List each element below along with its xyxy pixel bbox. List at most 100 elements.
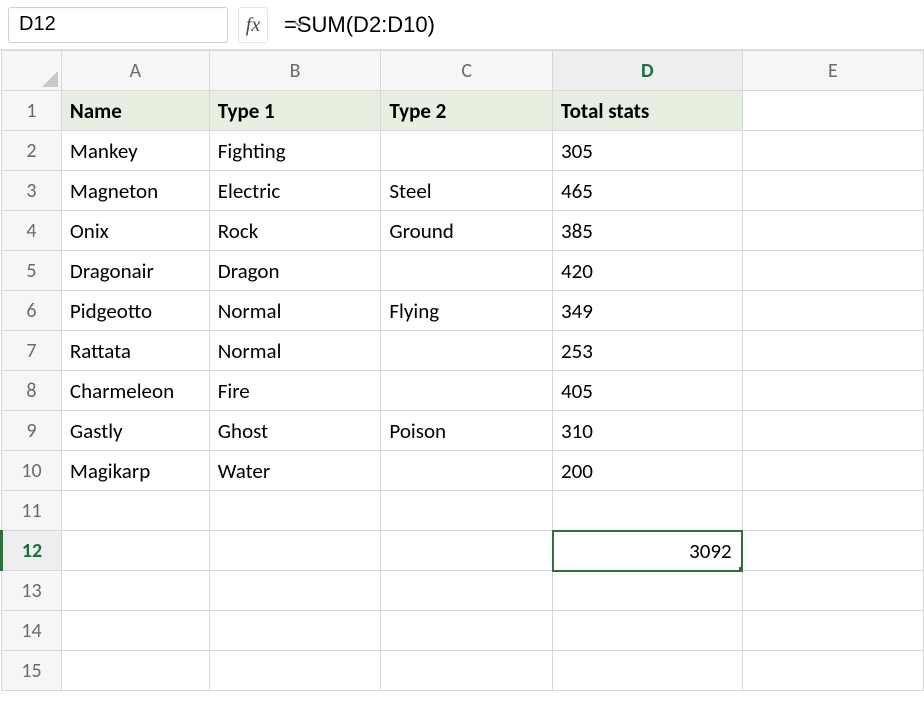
row-header-14[interactable]: 14: [2, 611, 62, 651]
cell-A5[interactable]: Dragonair: [61, 251, 209, 291]
cell-C1[interactable]: Type 2: [381, 91, 553, 131]
row-header-9[interactable]: 9: [2, 411, 62, 451]
cell-A12[interactable]: [61, 531, 209, 571]
cell-D7[interactable]: 253: [553, 331, 743, 371]
cell-C2[interactable]: [381, 131, 553, 171]
name-box-dropdown-icon[interactable]: [294, 21, 310, 28]
cell-B7[interactable]: Normal: [209, 331, 381, 371]
cell-E3[interactable]: [742, 171, 923, 211]
cell-A6[interactable]: Pidgeotto: [61, 291, 209, 331]
row-header-8[interactable]: 8: [2, 371, 62, 411]
name-box[interactable]: [9, 13, 294, 36]
cell-E6[interactable]: [742, 291, 923, 331]
cell-D5[interactable]: 420: [553, 251, 743, 291]
row-header-5[interactable]: 5: [2, 251, 62, 291]
cell-B4[interactable]: Rock: [209, 211, 381, 251]
cell-D2[interactable]: 305: [553, 131, 743, 171]
cell-A1[interactable]: Name: [61, 91, 209, 131]
cell-B6[interactable]: Normal: [209, 291, 381, 331]
cell-B12[interactable]: [209, 531, 381, 571]
col-header-B[interactable]: B: [209, 51, 381, 91]
cell-C3[interactable]: Steel: [381, 171, 553, 211]
cell-A4[interactable]: Onix: [61, 211, 209, 251]
select-all-corner[interactable]: [2, 51, 62, 91]
cell-A14[interactable]: [61, 611, 209, 651]
cell-D8[interactable]: 405: [553, 371, 743, 411]
cell-C14[interactable]: [381, 611, 553, 651]
row-header-1[interactable]: 1: [2, 91, 62, 131]
cell-C10[interactable]: [381, 451, 553, 491]
cell-D3[interactable]: 465: [553, 171, 743, 211]
cell-B13[interactable]: [209, 571, 381, 611]
cell-D6[interactable]: 349: [553, 291, 743, 331]
cell-B3[interactable]: Electric: [209, 171, 381, 211]
col-header-D[interactable]: D: [553, 51, 743, 91]
cell-C5[interactable]: [381, 251, 553, 291]
cell-D14[interactable]: [553, 611, 743, 651]
row-header-15[interactable]: 15: [2, 651, 62, 691]
cell-A8[interactable]: Charmeleon: [61, 371, 209, 411]
row-header-10[interactable]: 10: [2, 451, 62, 491]
row-header-7[interactable]: 7: [2, 331, 62, 371]
cell-D13[interactable]: [553, 571, 743, 611]
cell-A10[interactable]: Magikarp: [61, 451, 209, 491]
cell-C15[interactable]: [381, 651, 553, 691]
cell-A3[interactable]: Magneton: [61, 171, 209, 211]
cell-C6[interactable]: Flying: [381, 291, 553, 331]
cell-B14[interactable]: [209, 611, 381, 651]
cell-E13[interactable]: [742, 571, 923, 611]
cell-B5[interactable]: Dragon: [209, 251, 381, 291]
cell-C8[interactable]: [381, 371, 553, 411]
formula-bar[interactable]: [276, 7, 916, 43]
cell-C11[interactable]: [381, 491, 553, 531]
cell-E12[interactable]: [742, 531, 923, 571]
cell-B10[interactable]: Water: [209, 451, 381, 491]
cell-B1[interactable]: Type 1: [209, 91, 381, 131]
cell-E7[interactable]: [742, 331, 923, 371]
cell-D12[interactable]: 3092: [553, 531, 743, 571]
cell-A13[interactable]: [61, 571, 209, 611]
cell-B9[interactable]: Ghost: [209, 411, 381, 451]
cell-E5[interactable]: [742, 251, 923, 291]
cell-E15[interactable]: [742, 651, 923, 691]
cell-E11[interactable]: [742, 491, 923, 531]
row-header-12[interactable]: 12: [2, 531, 62, 571]
cell-B2[interactable]: Fighting: [209, 131, 381, 171]
row-header-2[interactable]: 2: [2, 131, 62, 171]
fill-handle-icon[interactable]: [739, 567, 743, 571]
cell-C9[interactable]: Poison: [381, 411, 553, 451]
cell-E1[interactable]: [742, 91, 923, 131]
cell-A7[interactable]: Rattata: [61, 331, 209, 371]
cell-E4[interactable]: [742, 211, 923, 251]
row-header-4[interactable]: 4: [2, 211, 62, 251]
row-header-6[interactable]: 6: [2, 291, 62, 331]
cell-E2[interactable]: [742, 131, 923, 171]
row-header-3[interactable]: 3: [2, 171, 62, 211]
cell-C7[interactable]: [381, 331, 553, 371]
col-header-E[interactable]: E: [742, 51, 923, 91]
cell-A15[interactable]: [61, 651, 209, 691]
cell-D9[interactable]: 310: [553, 411, 743, 451]
cell-D15[interactable]: [553, 651, 743, 691]
cell-E8[interactable]: [742, 371, 923, 411]
cell-D10[interactable]: 200: [553, 451, 743, 491]
cell-D1[interactable]: Total stats: [553, 91, 743, 131]
cell-E10[interactable]: [742, 451, 923, 491]
row-header-13[interactable]: 13: [2, 571, 62, 611]
cell-E14[interactable]: [742, 611, 923, 651]
cell-B11[interactable]: [209, 491, 381, 531]
cell-C4[interactable]: Ground: [381, 211, 553, 251]
cell-A11[interactable]: [61, 491, 209, 531]
cell-A2[interactable]: Mankey: [61, 131, 209, 171]
row-header-11[interactable]: 11: [2, 491, 62, 531]
cell-B15[interactable]: [209, 651, 381, 691]
cell-C13[interactable]: [381, 571, 553, 611]
col-header-A[interactable]: A: [61, 51, 209, 91]
cell-D11[interactable]: [553, 491, 743, 531]
cell-B8[interactable]: Fire: [209, 371, 381, 411]
cell-D4[interactable]: 385: [553, 211, 743, 251]
cell-E9[interactable]: [742, 411, 923, 451]
col-header-C[interactable]: C: [381, 51, 553, 91]
cell-A9[interactable]: Gastly: [61, 411, 209, 451]
cell-C12[interactable]: [381, 531, 553, 571]
